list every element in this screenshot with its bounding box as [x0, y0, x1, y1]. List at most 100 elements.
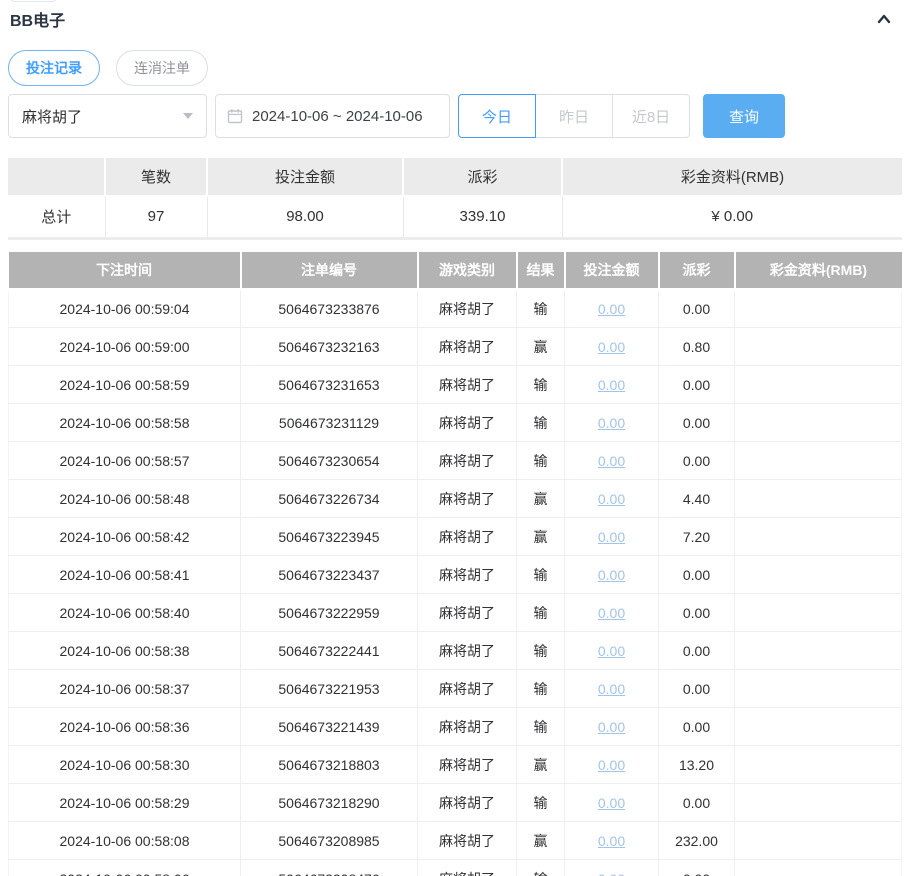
payout-cell: 0.00: [659, 366, 735, 404]
summary-col-bonus: 彩金资料(RMB): [562, 158, 902, 196]
game-type-cell: 麻将胡了: [418, 290, 517, 328]
game-type-cell: 麻将胡了: [418, 746, 517, 784]
payout-cell: 0.00: [659, 784, 735, 822]
table-row: 2024-10-06 00:58:42 5064673223945 麻将胡了 赢…: [9, 518, 902, 556]
game-type-cell: 麻将胡了: [418, 328, 517, 366]
bet-time-cell: 2024-10-06 00:58:06: [9, 860, 241, 876]
bonus-cell: [735, 518, 902, 556]
bet-amount-link[interactable]: 0.00: [598, 415, 625, 431]
bet-amount-cell: 0.00: [565, 670, 659, 708]
result-cell: 输: [517, 784, 565, 822]
col-bonus: 彩金资料(RMB): [735, 252, 902, 290]
tab-bar: 投注记录 连消注单: [8, 50, 902, 86]
quick-date-group: 今日 昨日 近8日: [458, 94, 690, 138]
table-row: 2024-10-06 00:59:04 5064673233876 麻将胡了 输…: [9, 290, 902, 328]
bonus-cell: [735, 366, 902, 404]
payout-cell: 0.00: [659, 442, 735, 480]
bet-amount-link[interactable]: 0.00: [598, 301, 625, 317]
tab-bet-records[interactable]: 投注记录: [8, 50, 100, 86]
quick-button-today[interactable]: 今日: [458, 94, 536, 138]
tab-cancelled-orders[interactable]: 连消注单: [116, 50, 208, 86]
col-game-type: 游戏类别: [418, 252, 517, 290]
result-cell: 输: [517, 556, 565, 594]
table-row: 2024-10-06 00:58:41 5064673223437 麻将胡了 输…: [9, 556, 902, 594]
bet-time-cell: 2024-10-06 00:58:36: [9, 708, 241, 746]
bet-amount-link[interactable]: 0.00: [598, 719, 625, 735]
bet-time-cell: 2024-10-06 00:58:41: [9, 556, 241, 594]
bonus-cell: [735, 746, 902, 784]
bet-id-cell: 5064673222959: [241, 594, 418, 632]
table-row: 2024-10-06 00:58:36 5064673221439 麻将胡了 输…: [9, 708, 902, 746]
bet-table-header-row: 下注时间 注单编号 游戏类别 结果 投注金额 派彩 彩金资料(RMB): [9, 252, 902, 290]
game-type-cell: 麻将胡了: [418, 708, 517, 746]
game-type-cell: 麻将胡了: [418, 518, 517, 556]
game-type-cell: 麻将胡了: [418, 404, 517, 442]
bet-id-cell: 5064673208985: [241, 822, 418, 860]
quick-button-last-8-days[interactable]: 近8日: [612, 94, 690, 138]
bet-amount-cell: 0.00: [565, 860, 659, 876]
col-payout: 派彩: [659, 252, 735, 290]
bonus-cell: [735, 822, 902, 860]
bet-amount-cell: 0.00: [565, 404, 659, 442]
game-type-cell: 麻将胡了: [418, 480, 517, 518]
bet-amount-link[interactable]: 0.00: [598, 377, 625, 393]
table-row: 2024-10-06 00:58:08 5064673208985 麻将胡了 赢…: [9, 822, 902, 860]
bet-id-cell: 5064673221439: [241, 708, 418, 746]
bet-amount-link[interactable]: 0.00: [598, 529, 625, 545]
summary-total-count: 97: [105, 196, 207, 238]
bet-amount-link[interactable]: 0.00: [598, 871, 625, 876]
bonus-cell: [735, 480, 902, 518]
result-cell: 赢: [517, 518, 565, 556]
col-bet-id: 注单编号: [241, 252, 418, 290]
payout-cell: 0.00: [659, 404, 735, 442]
bet-id-cell: 5064673218290: [241, 784, 418, 822]
table-row: 2024-10-06 00:58:58 5064673231129 麻将胡了 输…: [9, 404, 902, 442]
bet-amount-cell: 0.00: [565, 442, 659, 480]
table-row: 2024-10-06 00:58:59 5064673231653 麻将胡了 输…: [9, 366, 902, 404]
bet-time-cell: 2024-10-06 00:58:37: [9, 670, 241, 708]
bet-amount-link[interactable]: 0.00: [598, 795, 625, 811]
bonus-cell: [735, 860, 902, 876]
bet-amount-link[interactable]: 0.00: [598, 453, 625, 469]
date-range-picker[interactable]: 2024-10-06 ~ 2024-10-06: [215, 94, 450, 138]
search-button[interactable]: 查询: [703, 94, 785, 138]
bet-amount-link[interactable]: 0.00: [598, 833, 625, 849]
caret-down-icon: [183, 113, 193, 119]
bet-time-cell: 2024-10-06 00:58:38: [9, 632, 241, 670]
bet-amount-cell: 0.00: [565, 594, 659, 632]
result-cell: 输: [517, 708, 565, 746]
table-row: 2024-10-06 00:58:38 5064673222441 麻将胡了 输…: [9, 632, 902, 670]
bet-amount-link[interactable]: 0.00: [598, 681, 625, 697]
bet-time-cell: 2024-10-06 00:58:30: [9, 746, 241, 784]
result-cell: 赢: [517, 746, 565, 784]
bet-amount-link[interactable]: 0.00: [598, 339, 625, 355]
chevron-up-icon[interactable]: [874, 9, 894, 29]
bet-amount-link[interactable]: 0.00: [598, 605, 625, 621]
bonus-cell: [735, 594, 902, 632]
game-type-cell: 麻将胡了: [418, 670, 517, 708]
bet-amount-link[interactable]: 0.00: [598, 491, 625, 507]
bet-id-cell: 5064673218803: [241, 746, 418, 784]
bet-time-cell: 2024-10-06 00:59:00: [9, 328, 241, 366]
bet-time-cell: 2024-10-06 00:58:40: [9, 594, 241, 632]
bet-amount-link[interactable]: 0.00: [598, 567, 625, 583]
result-cell: 输: [517, 366, 565, 404]
page-title: BB电子: [10, 7, 65, 31]
bet-amount-cell: 0.00: [565, 708, 659, 746]
bet-amount-link[interactable]: 0.00: [598, 643, 625, 659]
game-type-cell: 麻将胡了: [418, 784, 517, 822]
bet-amount-link[interactable]: 0.00: [598, 757, 625, 773]
bet-amount-cell: 0.00: [565, 328, 659, 366]
game-select[interactable]: 麻将胡了: [8, 94, 207, 138]
summary-total-payout: 339.10: [403, 196, 562, 238]
payout-cell: 0.00: [659, 594, 735, 632]
bet-time-cell: 2024-10-06 00:58:58: [9, 404, 241, 442]
bet-id-cell: 5064673226734: [241, 480, 418, 518]
bet-time-cell: 2024-10-06 00:58:48: [9, 480, 241, 518]
bonus-cell: [735, 708, 902, 746]
quick-button-yesterday[interactable]: 昨日: [535, 94, 613, 138]
bet-id-cell: 5064673221953: [241, 670, 418, 708]
game-type-cell: 麻将胡了: [418, 556, 517, 594]
table-row: 2024-10-06 00:58:37 5064673221953 麻将胡了 输…: [9, 670, 902, 708]
payout-cell: 0.00: [659, 860, 735, 876]
